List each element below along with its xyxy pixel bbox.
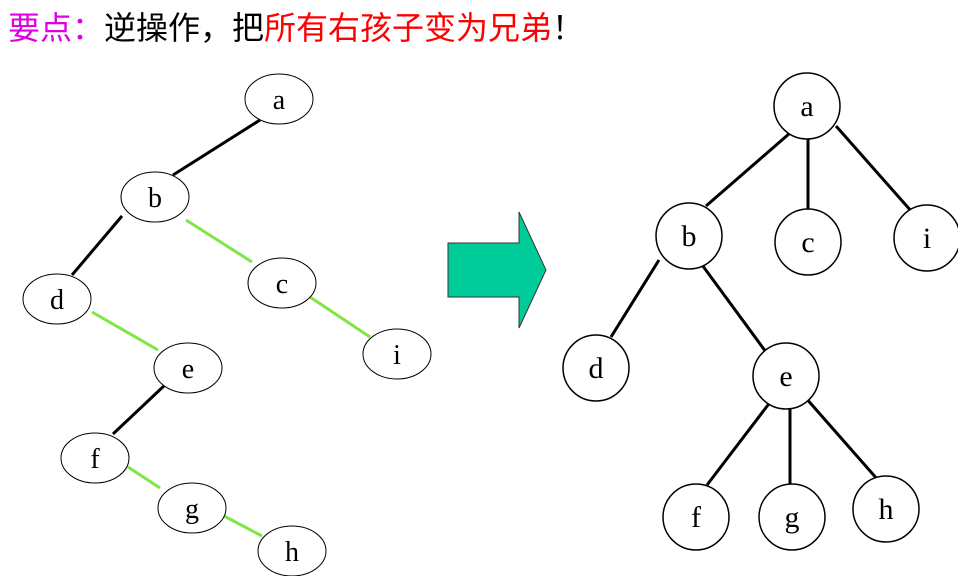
binary-node-g: g: [157, 482, 227, 534]
edge-f-g-sibling: [127, 465, 161, 490]
binary-node-a-label: a: [273, 85, 286, 116]
binary-node-e-label: e: [182, 354, 194, 385]
tree-edge-b-e: [695, 257, 768, 353]
tree-edge-a-i: [834, 125, 914, 213]
binary-node-i: i: [362, 328, 432, 380]
binary-node-h-label: h: [285, 537, 299, 568]
tree-node-g-label: g: [785, 501, 800, 534]
general-tree-edges: [609, 125, 914, 486]
tree-edge-a-b: [705, 131, 791, 208]
binary-node-f: f: [60, 432, 130, 484]
edge-d-e-sibling: [91, 310, 159, 352]
edge-b-c-sibling: [185, 218, 253, 264]
transform-arrow-icon: [447, 211, 547, 329]
binary-node-h: h: [257, 525, 327, 576]
tree-node-a-label: a: [800, 90, 813, 123]
binary-node-c-label: c: [276, 269, 288, 300]
tree-node-a: a: [773, 72, 841, 140]
binary-node-c: c: [247, 257, 317, 309]
edge-c-i-sibling: [309, 295, 371, 339]
binary-node-i-label: i: [393, 340, 401, 371]
binary-node-g-label: g: [185, 494, 199, 525]
binary-tree-nodes: a b c d e i f g h: [22, 73, 432, 576]
tree-edge-b-d: [609, 259, 661, 338]
tree-node-d: d: [562, 334, 630, 402]
edge-g-h-sibling: [223, 514, 263, 538]
tree-node-f: f: [662, 483, 730, 551]
binary-node-e: e: [153, 342, 223, 394]
tree-node-g: g: [758, 483, 826, 551]
tree-node-b: b: [655, 202, 723, 270]
tree-node-d-label: d: [589, 352, 604, 385]
tree-node-h-label: h: [879, 493, 894, 526]
tree-edge-e-h: [803, 396, 880, 481]
tree-node-c: c: [774, 208, 842, 276]
binary-node-d: d: [22, 273, 92, 325]
tree-node-f-label: f: [691, 501, 701, 534]
binary-node-a: a: [244, 73, 314, 125]
tree-edge-e-f: [705, 400, 773, 486]
edge-e-f-child: [111, 382, 168, 436]
binary-node-d-label: d: [50, 285, 64, 316]
edge-a-b-child: [172, 118, 261, 177]
tree-node-b-label: b: [682, 220, 697, 253]
tree-node-c-label: c: [801, 226, 814, 259]
tree-node-e-label: e: [779, 360, 792, 393]
tree-node-i-label: i: [923, 222, 931, 255]
tree-node-i: i: [893, 204, 958, 272]
binary-node-f-label: f: [90, 444, 100, 475]
diagram-canvas: a b c d e i f g h a b c i d e f g h: [22, 72, 958, 576]
binary-node-b-label: b: [148, 183, 162, 214]
edge-b-d-child: [70, 215, 124, 276]
tree-node-e: e: [752, 342, 820, 410]
binary-node-b: b: [120, 171, 190, 223]
tree-node-h: h: [852, 475, 920, 543]
general-tree-nodes: a b c i d e f g h: [562, 72, 958, 551]
